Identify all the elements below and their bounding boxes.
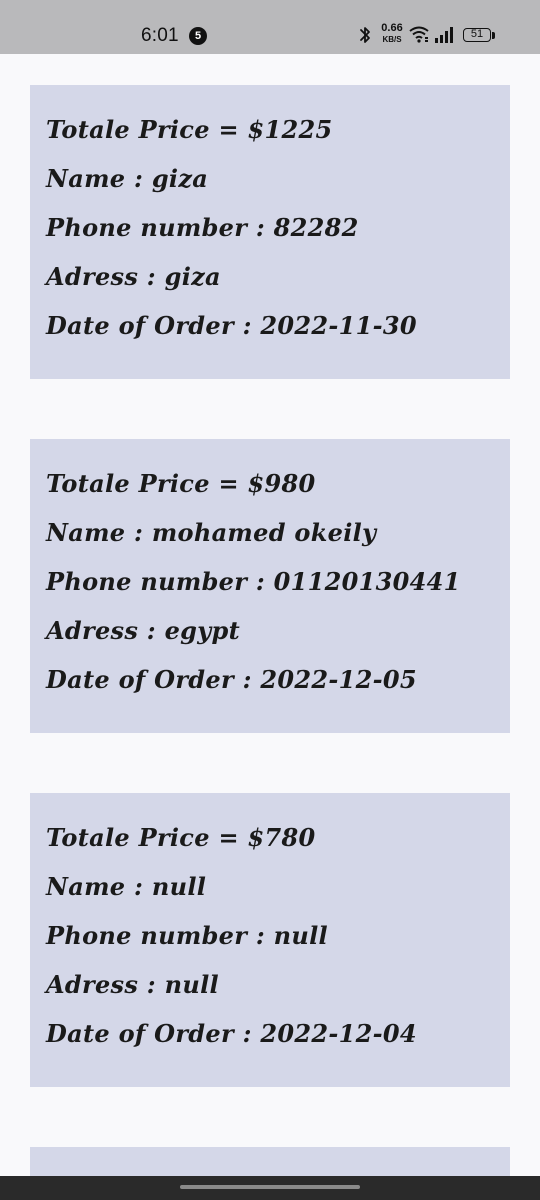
order-customer-name: Name : null (46, 872, 207, 901)
order-date: Date of Order : 2022-12-04 (46, 1019, 417, 1048)
order-date: Date of Order : 2022-12-05 (46, 665, 417, 694)
order-total-price: Totale Price = $1225 (46, 115, 333, 144)
signal-icon (435, 27, 453, 43)
battery-icon: 51 (463, 28, 491, 42)
order-customer-name: Name : mohamed okeily (46, 518, 377, 547)
order-total-price: Totale Price = $980 (46, 469, 316, 498)
order-phone-number: Phone number : 01120130441 (46, 567, 461, 596)
network-speed: 0.66 KB/S (378, 22, 406, 45)
order-address: Adress : giza (46, 262, 221, 291)
order-phone-number: Phone number : 82282 (46, 213, 359, 242)
navigation-bar (0, 1176, 540, 1200)
home-indicator[interactable] (180, 1185, 360, 1189)
order-phone-number: Phone number : null (46, 921, 328, 950)
status-bar: 6:01 5 0.66 KB/S 51 (0, 0, 540, 54)
order-address: Adress : egypt (46, 616, 240, 645)
order-date: Date of Order : 2022-11-30 (46, 311, 417, 340)
network-speed-value: 0.66 (381, 22, 403, 34)
order-total-price: Totale Price = $780 (46, 823, 316, 852)
order-customer-name: Name : giza (46, 164, 209, 193)
wifi-icon (409, 26, 429, 43)
notification-badge: 5 (189, 27, 207, 45)
status-time: 6:01 (141, 25, 179, 46)
network-speed-unit: KB/S (382, 35, 402, 44)
order-card-partial[interactable] (30, 1147, 510, 1176)
battery-tip (492, 32, 495, 39)
bluetooth-icon (360, 27, 370, 43)
order-card[interactable]: Totale Price = $980 Name : mohamed okeil… (30, 439, 510, 733)
order-address: Adress : null (46, 970, 219, 999)
order-card[interactable]: Totale Price = $780 Name : null Phone nu… (30, 793, 510, 1087)
order-card[interactable]: Totale Price = $1225 Name : giza Phone n… (30, 85, 510, 379)
